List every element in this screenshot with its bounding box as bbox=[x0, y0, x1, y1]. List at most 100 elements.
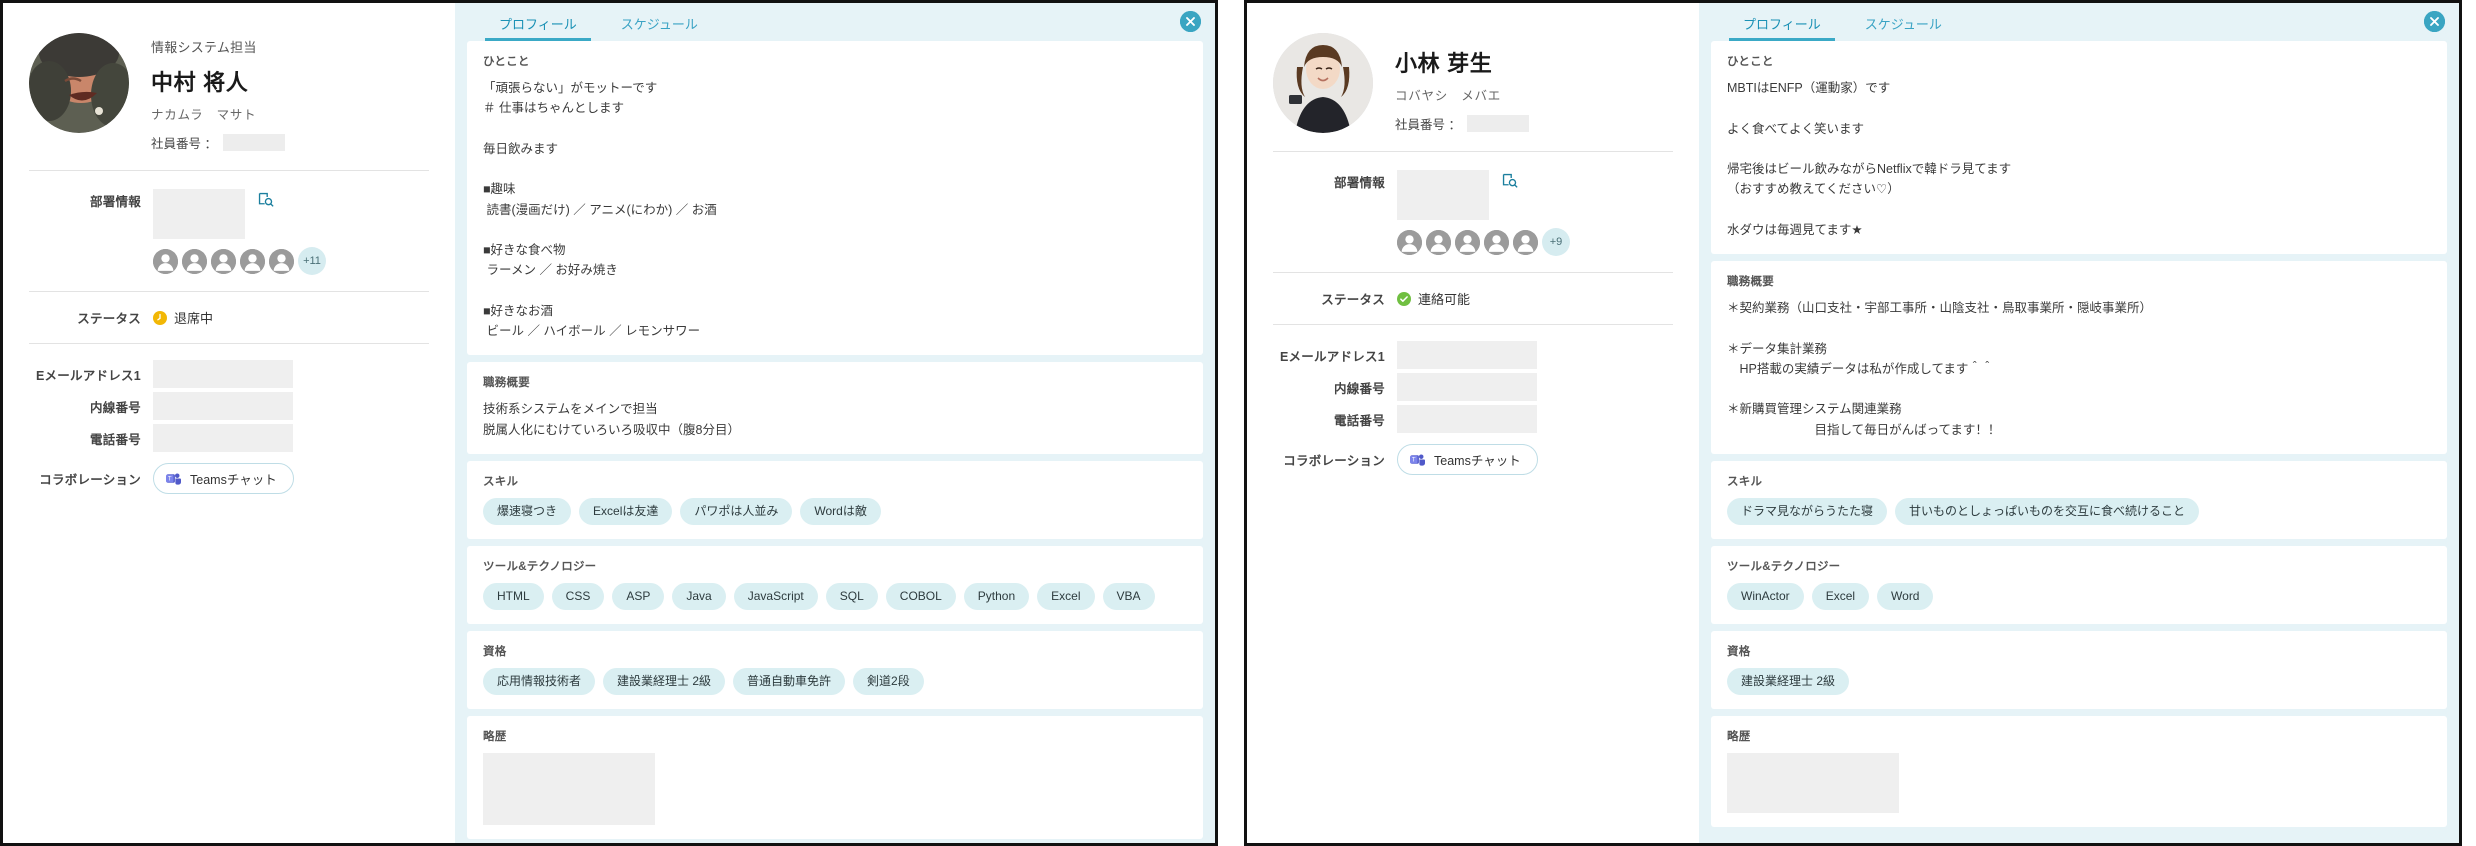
member-avatar[interactable] bbox=[1397, 229, 1422, 255]
member-overflow-count[interactable]: +9 bbox=[1542, 228, 1570, 256]
chip[interactable]: Python bbox=[963, 582, 1030, 610]
chip[interactable]: 建設業経理士 2級 bbox=[603, 667, 726, 695]
chip[interactable]: Wordは敵 bbox=[800, 497, 881, 525]
chip[interactable]: SQL bbox=[825, 582, 878, 610]
check-circle-icon bbox=[1397, 291, 1411, 306]
member-avatar[interactable] bbox=[1484, 229, 1509, 255]
status-badge: 退席中 bbox=[153, 308, 213, 327]
telephone-label: 電話番号 bbox=[89, 432, 141, 447]
person-name-kana: コバヤシ メバエ bbox=[1395, 89, 1502, 103]
member-avatar[interactable] bbox=[269, 248, 294, 274]
member-avatar[interactable] bbox=[240, 248, 265, 274]
teams-chat-button[interactable]: T Teamsチャット bbox=[1397, 443, 1538, 475]
chip[interactable]: 爆速寝つき bbox=[483, 497, 572, 525]
member-avatar[interactable] bbox=[211, 248, 236, 274]
member-avatar[interactable] bbox=[1455, 229, 1480, 255]
teams-icon: T bbox=[166, 471, 181, 486]
skill-chip-list: ドラマ見ながらうたた寝 甘いものとしょっぱいものを交互に食べ続けること bbox=[1727, 497, 2431, 525]
chip[interactable]: パワポは人並み bbox=[680, 497, 793, 525]
employee-number-value bbox=[222, 134, 285, 151]
department-value bbox=[153, 189, 245, 239]
member-avatar[interactable] bbox=[153, 248, 178, 274]
panel-job-summary: 職務概要 ＊契約業務（山口支社・宇部工事所・山陰支社・鳥取事業所・隠岐事業所） … bbox=[1711, 261, 2447, 454]
panel-qualifications: 資格 応用情報技術者 建設業経理士 2級 普通自動車免許 剣道2段 bbox=[467, 630, 1203, 709]
job-role: 情報システム担当 bbox=[151, 40, 257, 55]
chip[interactable]: Excel bbox=[1037, 582, 1095, 610]
chip[interactable]: COBOL bbox=[885, 582, 956, 610]
department-section: 部署情報 +11 bbox=[29, 171, 429, 291]
avatar bbox=[1273, 33, 1373, 133]
skills-title: スキル bbox=[1727, 475, 1763, 488]
chip[interactable]: 甘いものとしょっぱいものを交互に食べ続けること bbox=[1895, 497, 2200, 525]
department-label: 部署情報 bbox=[1333, 176, 1385, 190]
profile-card: 情報システム担当 中村 将人 ナカムラ マサト 社員番号 ： 部署情報 +11 … bbox=[0, 0, 1218, 846]
department-members: +11 bbox=[153, 247, 429, 275]
teams-chat-button[interactable]: T Teamsチャット bbox=[153, 462, 294, 494]
chip[interactable]: VBA bbox=[1102, 582, 1155, 610]
chip[interactable]: HTML bbox=[483, 582, 544, 610]
chip[interactable]: Excel bbox=[1811, 582, 1870, 610]
chip[interactable]: Word bbox=[1877, 582, 1934, 610]
panel-tools: ツール&テクノロジー HTML CSS ASP Java JavaScript SQL CO… bbox=[467, 545, 1203, 624]
panel-qualifications: 資格 建設業経理士 2級 bbox=[1711, 630, 2447, 709]
chip[interactable]: 応用情報技術者 bbox=[483, 667, 596, 695]
email-value bbox=[1397, 341, 1537, 369]
telephone-label: 電話番号 bbox=[1333, 413, 1385, 428]
teams-icon: T bbox=[1410, 452, 1425, 467]
profile-summary-pane: 小林 芽生 コバヤシ メバエ 社員番号 ： 部署情報 +9 ステータス 連絡可能… bbox=[1247, 3, 1699, 843]
status-label: ステータス bbox=[77, 312, 141, 326]
hitokoto-text: 「頑張らない」がモットーです ＃ 仕事はちゃんとします 毎日飲みます ■趣味 読… bbox=[483, 81, 717, 338]
clock-icon bbox=[153, 310, 167, 325]
tab-profile[interactable]: プロフィール bbox=[1721, 4, 1843, 41]
close-icon[interactable] bbox=[2424, 11, 2445, 32]
identity-block: 小林 芽生 コバヤシ メバエ 社員番号 ： bbox=[1273, 25, 1673, 151]
tab-schedule[interactable]: スケジュール bbox=[1843, 4, 1964, 41]
avatar bbox=[29, 33, 129, 133]
department-label: 部署情報 bbox=[89, 195, 141, 209]
member-overflow-count[interactable]: +11 bbox=[298, 247, 326, 275]
panel-job-summary: 職務概要 技術系システムをメインで担当 脱属人化にむけていろいろ吸収中（腹8分目… bbox=[467, 362, 1203, 454]
skills-title: スキル bbox=[483, 475, 519, 488]
member-avatar[interactable] bbox=[182, 248, 207, 274]
employee-number-value bbox=[1466, 115, 1529, 132]
chip[interactable]: 剣道2段 bbox=[853, 667, 924, 695]
history-title: 略歴 bbox=[1727, 730, 1751, 743]
employee-number-row: 社員番号 ： bbox=[1395, 114, 1529, 133]
email-value bbox=[153, 360, 293, 388]
chip[interactable]: JavaScript bbox=[733, 582, 818, 610]
job-summary-title: 職務概要 bbox=[1727, 276, 1774, 288]
department-members: +9 bbox=[1397, 228, 1673, 256]
chip[interactable]: Java bbox=[672, 582, 726, 610]
job-summary-title: 職務概要 bbox=[483, 377, 530, 390]
chip[interactable]: 建設業経理士 2級 bbox=[1727, 667, 1850, 695]
chip[interactable]: Excelは友達 bbox=[579, 497, 673, 525]
close-icon[interactable] bbox=[1180, 11, 1201, 32]
member-avatar[interactable] bbox=[1426, 229, 1451, 255]
hitokoto-text: MBTIはENFP（運動家）です よく食べてよく笑います 帰宅後はビール飲みなが… bbox=[1727, 81, 2012, 237]
email-label: Eメールアドレス1 bbox=[1279, 349, 1385, 364]
extension-label: 内線番号 bbox=[1333, 381, 1385, 396]
profile-detail-pane: プロフィール スケジュール ひとこと MBTIはENFP（運動家）です よく食べ… bbox=[1699, 3, 2459, 843]
teams-chat-label: Teamsチャット bbox=[1434, 453, 1521, 468]
collaboration-label: コラボレーション bbox=[39, 472, 141, 487]
hitokoto-title: ひとこと bbox=[483, 56, 530, 68]
chip[interactable]: 普通自動車免許 bbox=[733, 667, 846, 695]
tab-schedule[interactable]: スケジュール bbox=[599, 4, 720, 41]
contact-section: Eメールアドレス1 内線番号 電話番号 コラボレーション T Teamsチャット bbox=[1273, 325, 1673, 475]
chip[interactable]: WinActor bbox=[1727, 582, 1804, 610]
tools-title: ツール&テクノロジー bbox=[1727, 560, 1841, 573]
telephone-value bbox=[1397, 405, 1537, 433]
skill-chip-list: 爆速寝つき Excelは友達 パワポは人並み Wordは敵 bbox=[483, 497, 1187, 525]
dept-search-icon[interactable] bbox=[257, 189, 274, 213]
tab-profile[interactable]: プロフィール bbox=[477, 4, 599, 41]
chip[interactable]: CSS bbox=[551, 582, 605, 610]
dept-search-icon[interactable] bbox=[1501, 170, 1518, 194]
profile-card: 小林 芽生 コバヤシ メバエ 社員番号 ： 部署情報 +9 ステータス 連絡可能… bbox=[1244, 0, 2462, 846]
member-avatar[interactable] bbox=[1513, 229, 1538, 255]
identity-text: 情報システム担当 中村 将人 ナカムラ マサト 社員番号 ： bbox=[151, 33, 285, 152]
chip[interactable]: ドラマ見ながらうたた寝 bbox=[1727, 497, 1888, 525]
chip[interactable]: ASP bbox=[612, 582, 665, 610]
profile-summary-pane: 情報システム担当 中村 将人 ナカムラ マサト 社員番号 ： 部署情報 +11 … bbox=[3, 3, 455, 843]
detail-panels: ひとこと MBTIはENFP（運動家）です よく食べてよく笑います 帰宅後はビー… bbox=[1711, 41, 2447, 837]
extension-value bbox=[1397, 373, 1537, 401]
